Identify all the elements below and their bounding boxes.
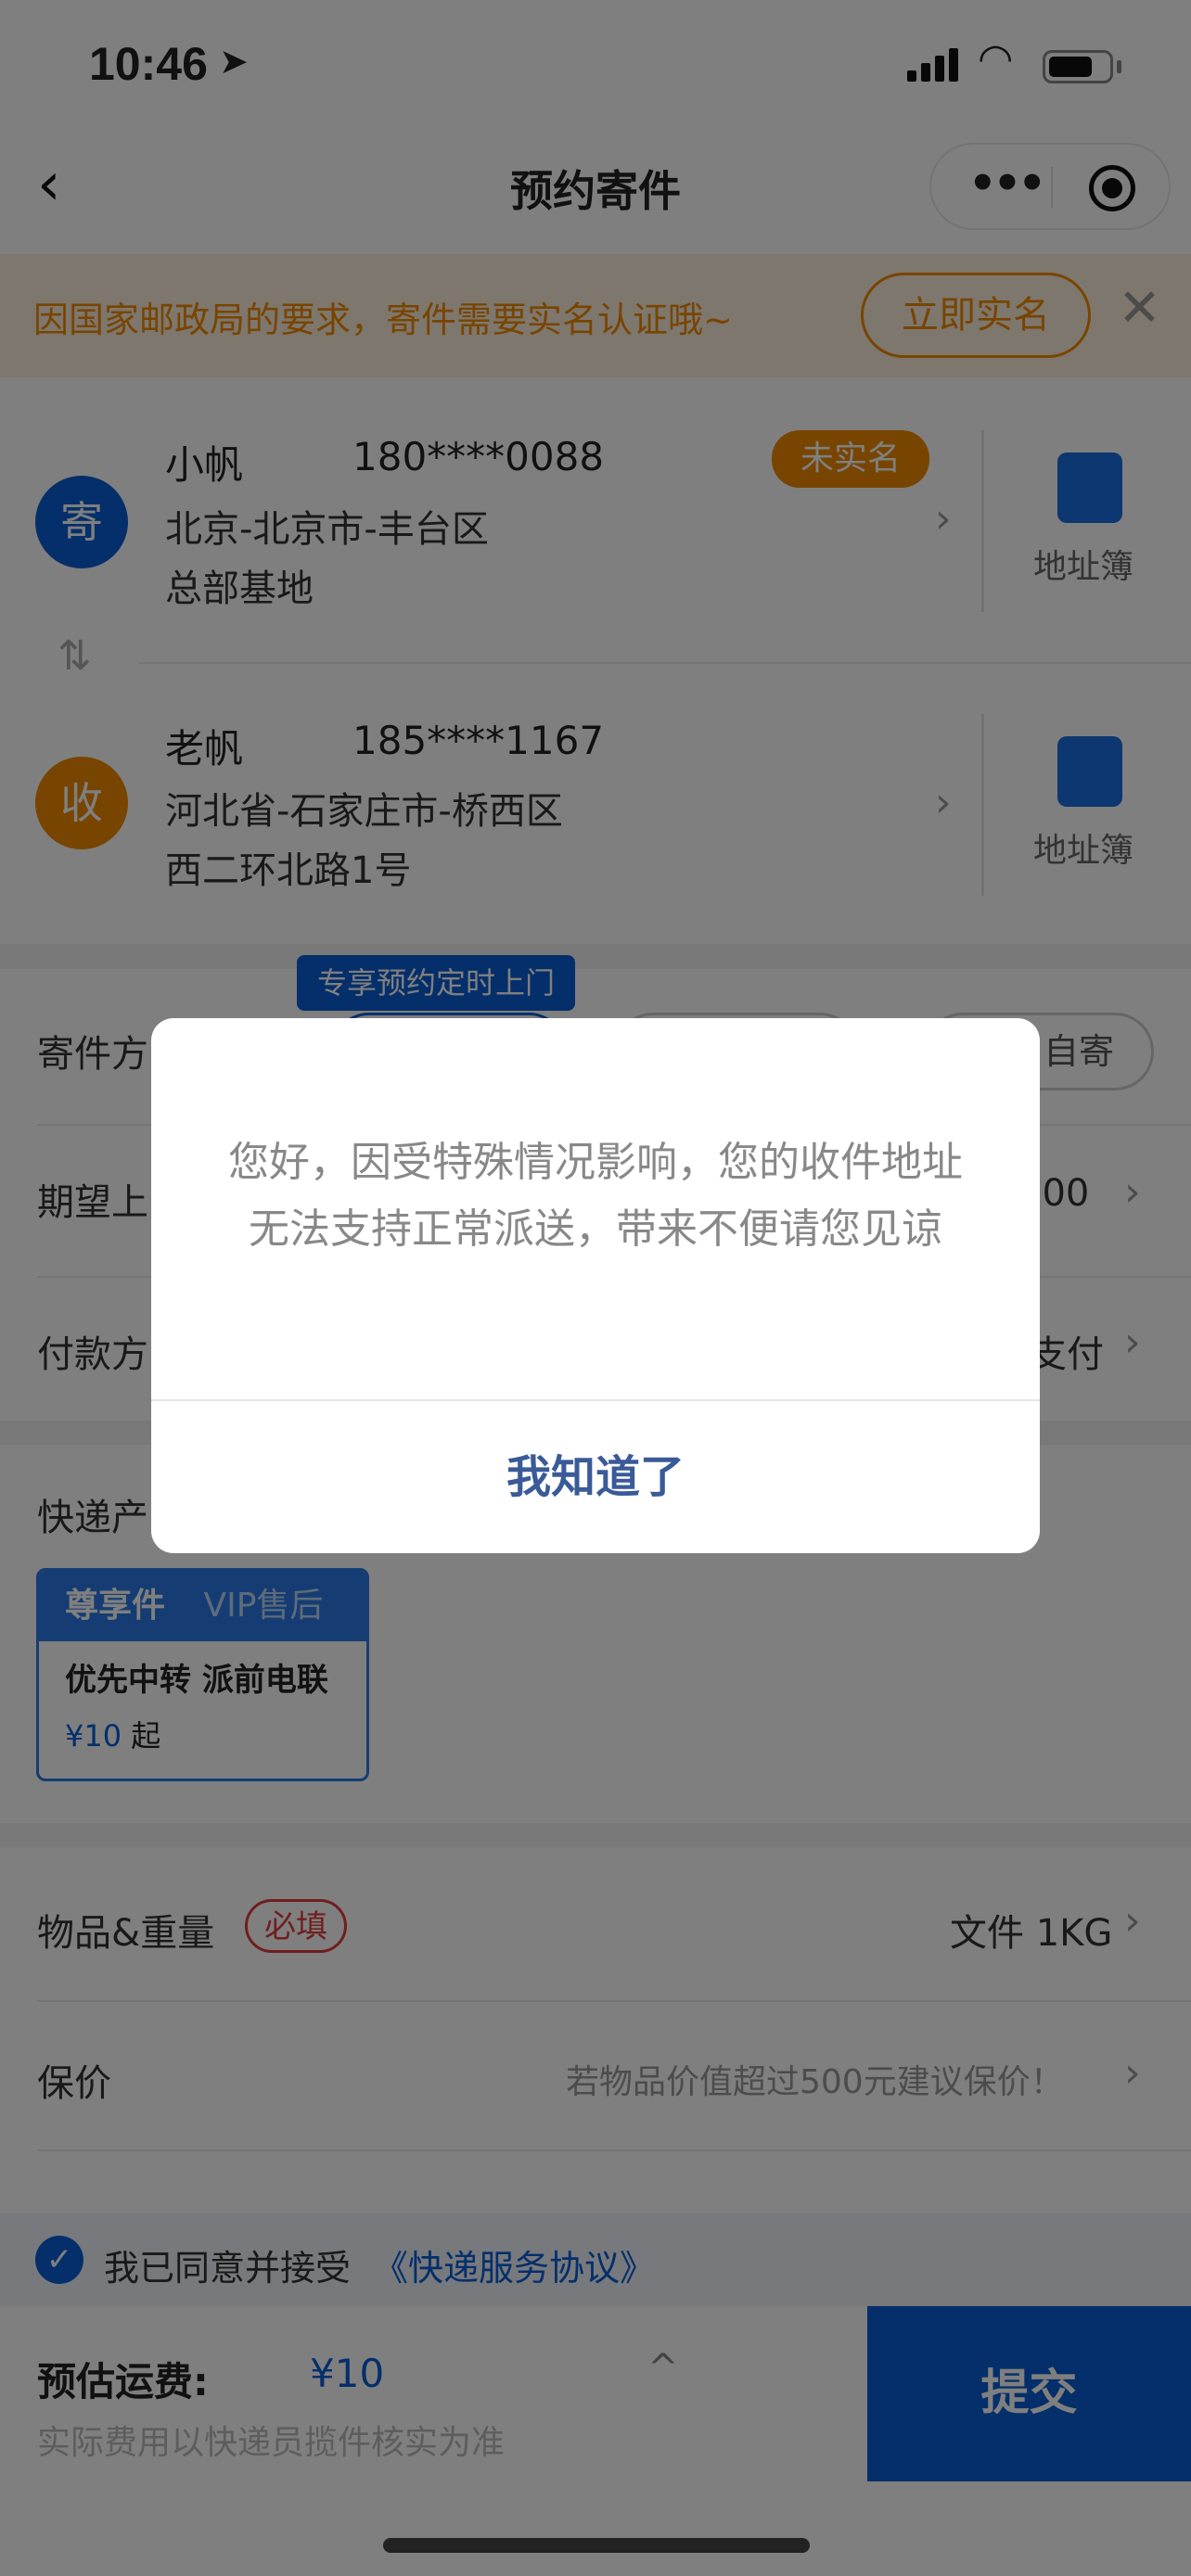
dialog-message: 您好，因受特殊情况影响，您的收件地址无法支持正常派送，带来不便请您见谅 bbox=[228, 1139, 963, 1253]
alert-dialog: 您好，因受特殊情况影响，您的收件地址无法支持正常派送，带来不便请您见谅 我知道了 bbox=[151, 1018, 1040, 1553]
home-indicator bbox=[383, 2538, 810, 2553]
dialog-ok-button[interactable]: 我知道了 bbox=[151, 1401, 1040, 1553]
